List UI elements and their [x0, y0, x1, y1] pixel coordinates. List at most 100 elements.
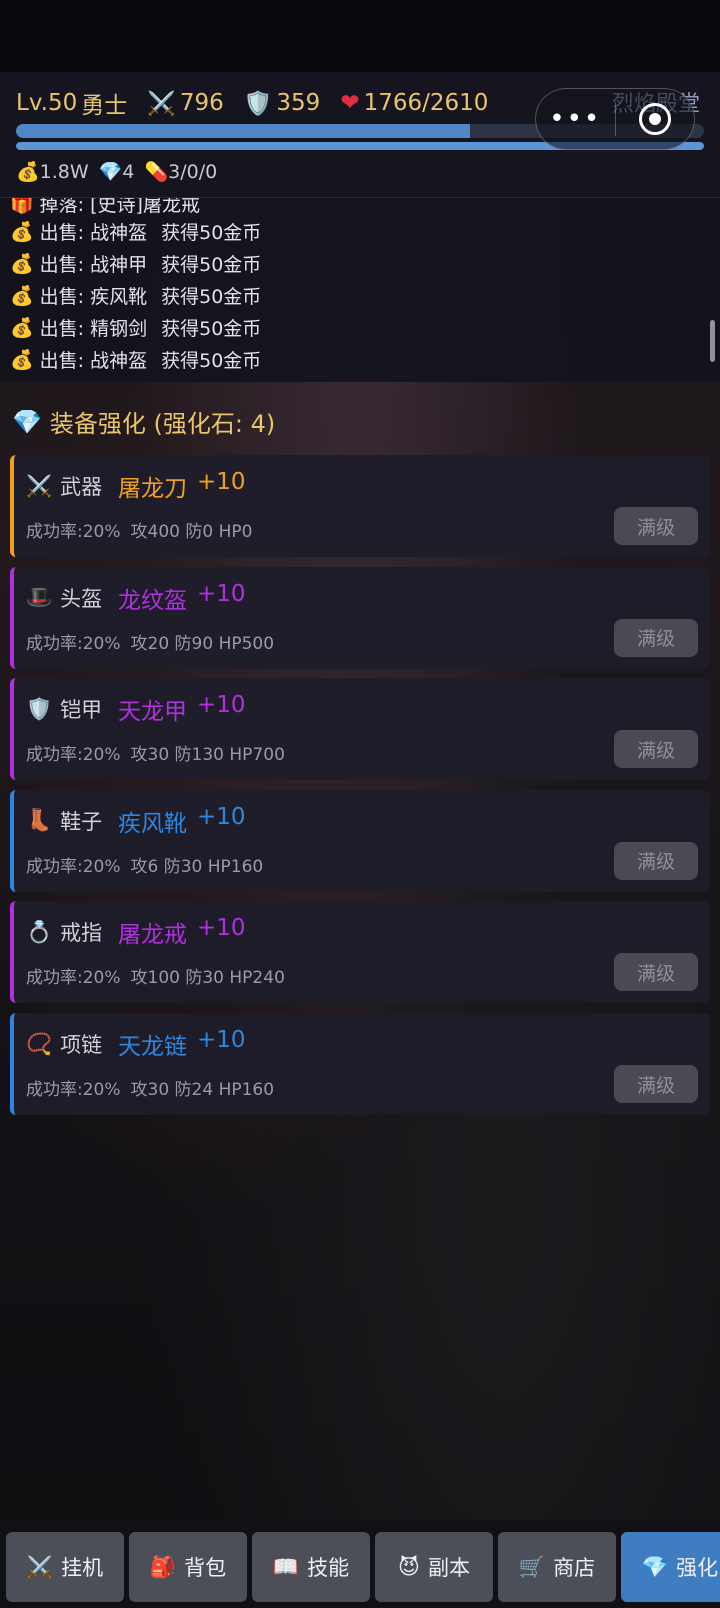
equipment-card: 📿 项链 天龙链 +10 成功率:20% 攻30 防24 HP160 满级: [10, 1013, 710, 1115]
book-icon: 📖: [272, 1554, 300, 1579]
nav-label: 背包: [184, 1556, 227, 1580]
target-icon: [638, 103, 671, 135]
shield-icon: 🛡️: [26, 696, 53, 721]
log-line: 💰 出售: 战神盔 获得50金币: [10, 349, 262, 372]
hp-value: 1766/2610: [363, 90, 489, 116]
pill-icon: 💊: [144, 161, 169, 183]
item-name: 天龙链 +10: [118, 1027, 246, 1060]
item-name: 疾风靴 +10: [118, 803, 246, 837]
enhance-level: +10: [197, 469, 246, 495]
stat-values: 攻30 防130 HP700: [130, 745, 285, 766]
success-rate: 成功率:20%: [26, 968, 121, 989]
exp-bar-fill: [16, 124, 471, 138]
class-label: 勇士: [81, 93, 128, 119]
heart-icon: ❤: [340, 90, 360, 116]
boot-icon: 👢: [26, 808, 53, 833]
item-stats: 成功率:20% 攻400 防0 HP0: [26, 517, 252, 542]
money-bag-icon: 💰: [10, 285, 34, 307]
max-level-button[interactable]: 满级: [614, 507, 698, 545]
success-rate: 成功率:20%: [26, 522, 121, 542]
devil-icon: 😈: [398, 1555, 420, 1579]
success-rate: 成功率:20%: [26, 856, 121, 877]
enhance-level: +10: [197, 692, 246, 719]
money-bag-icon: 💰: [10, 253, 34, 275]
equipment-card: 💍 戒指 屠龙戒 +10 成功率:20% 攻100 防30 HP240 满级: [10, 901, 710, 1004]
stat-values: 攻100 防30 HP240: [130, 968, 285, 989]
item-name: 屠龙刀 +10: [118, 469, 246, 502]
item-stats: 成功率:20% 攻30 防130 HP700: [26, 740, 285, 765]
attack-icon: ⚔️: [147, 90, 176, 117]
item-stats: 成功率:20% 攻100 防30 HP240: [26, 963, 285, 988]
equipment-card: 🛡️ 铠甲 天龙甲 +10 成功率:20% 攻30 防130 HP700 满级: [10, 678, 710, 781]
attack-value: 796: [179, 90, 224, 116]
gold-display: 💰1.8W: [16, 161, 89, 183]
nav-tab-devil[interactable]: 😈 副本: [375, 1532, 493, 1602]
max-level-button[interactable]: 满级: [614, 730, 698, 769]
money-bag-icon: 💰: [16, 161, 40, 183]
log-line: 💰 出售: 精钢剑 获得50金币: [10, 317, 262, 340]
max-level-button[interactable]: 满级: [614, 841, 698, 880]
money-bag-icon: 💰: [10, 221, 34, 243]
level-label: Lv.50: [16, 90, 78, 116]
nav-tab-crossed-swords[interactable]: ⚔️ 挂机: [6, 1532, 124, 1602]
backpack-icon: 🎒: [149, 1554, 177, 1579]
ring-icon: 💍: [26, 919, 53, 944]
slot-label: 🎩 头盔: [26, 585, 103, 611]
log-line: 💰 出售: 疾风靴 获得50金币: [10, 285, 262, 308]
top-hat-icon: 🎩: [26, 585, 53, 610]
diamond-display: 💎4: [98, 161, 135, 183]
slot-label: ⚔️ 武器: [26, 473, 103, 500]
close-button[interactable]: [616, 103, 695, 135]
enhance-level: +10: [197, 580, 246, 607]
nav-tab-cart[interactable]: 🛒 商店: [498, 1532, 616, 1602]
money-bag-icon: 💰: [10, 317, 34, 339]
item-stats: 成功率:20% 攻30 防24 HP160: [26, 1075, 274, 1100]
defense-value: 359: [276, 90, 321, 116]
necklace-icon: 📿: [26, 1031, 53, 1056]
item-name: 屠龙戒 +10: [118, 915, 246, 949]
money-bag-icon: 💰: [10, 349, 34, 371]
gift-icon: 🎁: [10, 198, 34, 215]
battle-log[interactable]: 🎁 掉落: [史诗]屠龙戒 💰 出售: 战神盔 获得50金币 💰 出售: 战神甲获…: [0, 198, 720, 382]
enhance-level: +10: [197, 915, 246, 942]
nav-tab-gem[interactable]: 💎 强化: [621, 1532, 720, 1602]
nav-label: 副本: [427, 1556, 470, 1580]
nav-label: 强化: [676, 1556, 719, 1580]
log-line-drop: 🎁 掉落: [史诗]屠龙戒: [10, 198, 200, 217]
enhance-level: +10: [197, 803, 246, 830]
slot-label: 👢 鞋子: [26, 808, 103, 834]
stat-values: 攻20 防90 HP500: [130, 633, 275, 654]
success-rate: 成功率:20%: [26, 745, 121, 766]
nav-label: 商店: [553, 1556, 596, 1580]
equipment-card: ⚔️ 武器 屠龙刀 +10 成功率:20% 攻400 防0 HP0 满级: [10, 455, 710, 557]
gem-icon: 💎: [641, 1554, 669, 1579]
stat-values: 攻400 防0 HP0: [130, 522, 253, 542]
potion-display: 💊3/0/0: [144, 161, 218, 183]
more-button[interactable]: •••: [536, 104, 615, 134]
equipment-card: 🎩 头盔 龙纹盔 +10 成功率:20% 攻20 防90 HP500 满级: [10, 566, 710, 669]
item-name: 天龙甲 +10: [118, 692, 246, 726]
log-line: 💰 出售: 战神盔 获得50金币: [10, 221, 262, 244]
log-line: 💰 出售: 战神甲 获得50金币: [10, 253, 262, 276]
success-rate: 成功率:20%: [26, 1080, 121, 1100]
stat-values: 攻30 防24 HP160: [130, 1080, 275, 1100]
nav-tab-backpack[interactable]: 🎒 背包: [129, 1532, 247, 1602]
item-stats: 成功率:20% 攻6 防30 HP160: [26, 852, 263, 877]
slot-label: 🛡️ 铠甲: [26, 696, 103, 723]
section-title: 💎 装备强化 (强化石: 4): [12, 407, 276, 439]
item-name: 龙纹盔 +10: [118, 580, 246, 614]
miniprogram-capsule: •••: [535, 88, 695, 150]
success-rate: 成功率:20%: [26, 633, 121, 654]
max-level-button[interactable]: 满级: [614, 953, 698, 992]
slot-label: 💍 戒指: [26, 919, 103, 946]
bottom-nav: ⚔️ 挂机 🎒 背包 📖 技能 😈 副本 🛒 商店 💎 强化: [0, 1520, 720, 1608]
nav-tab-book[interactable]: 📖 技能: [252, 1532, 370, 1602]
log-scrollbar[interactable]: [710, 320, 715, 362]
stat-values: 攻6 防30 HP160: [130, 856, 264, 877]
max-level-button[interactable]: 满级: [614, 618, 698, 657]
gem-icon: 💎: [98, 161, 123, 183]
equipment-card: 👢 鞋子 疾风靴 +10 成功率:20% 攻6 防30 HP160 满级: [10, 789, 710, 892]
status-bar-area: [0, 0, 720, 72]
nav-label: 技能: [307, 1556, 350, 1580]
max-level-button[interactable]: 满级: [614, 1065, 698, 1103]
